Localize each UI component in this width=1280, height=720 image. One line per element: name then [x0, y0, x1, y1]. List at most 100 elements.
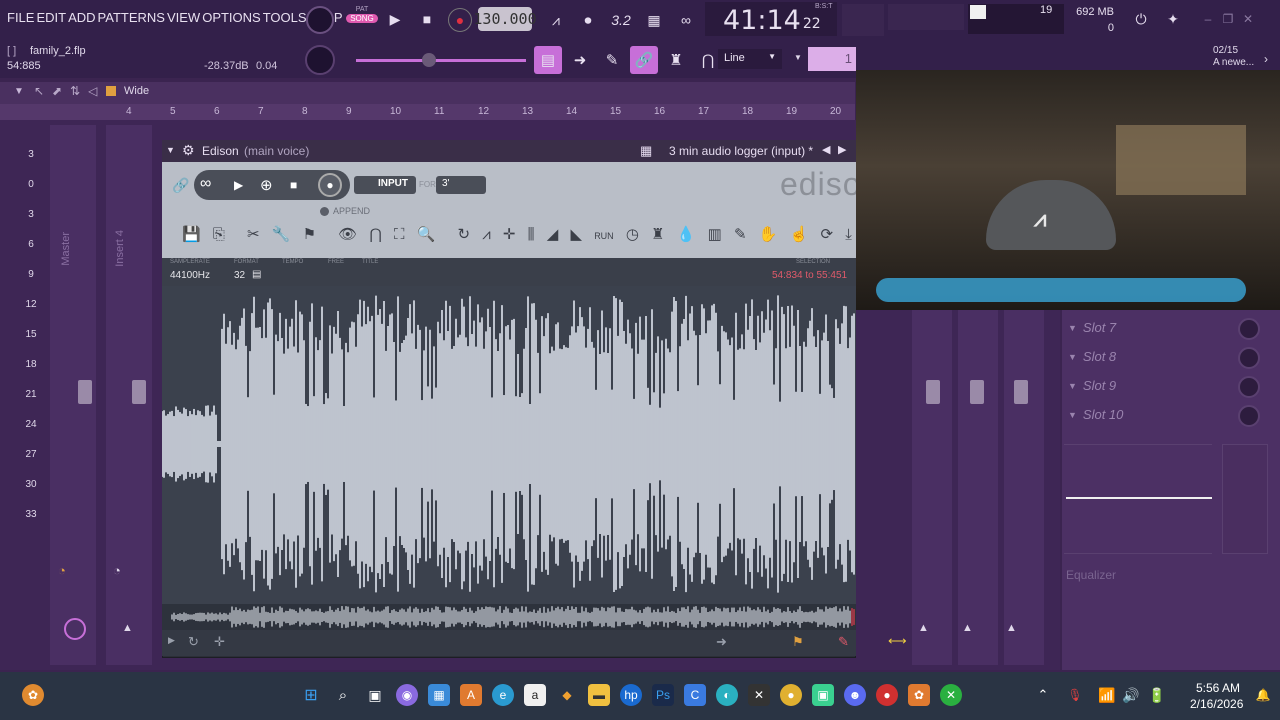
arrow-right-small-icon[interactable]: ➜ [716, 634, 727, 650]
selection-range[interactable]: 54:834 to 55:451 [772, 270, 847, 281]
right-up-arrow-icon-2[interactable]: ▲ [962, 622, 973, 634]
close-icon[interactable]: ✕ [1240, 10, 1256, 28]
link-icon[interactable]: 🔗 [630, 46, 658, 74]
eye-icon[interactable]: 👁 [338, 226, 357, 243]
timeline-ruler[interactable]: 4 5 6 7 8 9 10 11 12 13 14 15 16 17 18 19 20 [0, 104, 855, 120]
typing-keyboard-icon[interactable]: ▦ [642, 8, 666, 32]
app-icon-6[interactable]: ▣ [812, 684, 834, 706]
prev-preset-icon[interactable]: ◀ [822, 143, 830, 156]
file-explorer-icon[interactable]: ▬ [588, 684, 610, 706]
edison-stop-icon[interactable]: ■ [290, 178, 297, 192]
master-route-icon[interactable] [64, 618, 86, 640]
right-fader-1[interactable] [926, 380, 940, 404]
menu-add[interactable]: ADD [67, 10, 96, 25]
eq-graph[interactable] [1064, 444, 1212, 554]
drop-icon[interactable]: 💧 [677, 226, 696, 243]
preset-name[interactable]: 3 min audio logger (input) * [669, 144, 813, 158]
marker-small-icon[interactable]: ⚑ [792, 634, 804, 650]
menu-patterns[interactable]: PATTERNS [97, 10, 166, 25]
fx-slot-9[interactable]: ▼ Slot 9 [1068, 378, 1116, 393]
fl-studio-taskbar-icon[interactable]: ✿ [22, 684, 44, 706]
zoom-icon[interactable]: 🔍 [417, 226, 436, 243]
fx-slot-7[interactable]: ▼ Slot 7 [1068, 320, 1116, 335]
input-select[interactable]: INPUT [354, 176, 416, 194]
menu-tools[interactable]: TOOLS [262, 10, 308, 25]
waveform-view[interactable] [162, 286, 856, 604]
app-icon-2[interactable]: ◆ [556, 684, 578, 706]
wide-checkbox[interactable] [106, 86, 116, 96]
discord-icon[interactable]: ☻ [844, 684, 866, 706]
news-panel[interactable]: 02/15 A newe... [1213, 45, 1254, 69]
loop-icon[interactable]: ∞ [200, 175, 211, 193]
scrub-icon[interactable]: ⊕ [260, 176, 273, 194]
speaker-icon[interactable]: 🔊 [1120, 684, 1142, 706]
windows-start-icon[interactable]: ⊞ [300, 684, 322, 706]
tray-chevron-icon[interactable]: ⌃ [1032, 684, 1054, 706]
master-volume-knob[interactable] [306, 6, 334, 34]
task-view-icon[interactable]: ▣ [364, 684, 386, 706]
stamp-icon[interactable]: ♜ [651, 226, 664, 243]
app-icon[interactable]: A [460, 684, 482, 706]
view-mode-label[interactable]: Wide [124, 85, 149, 97]
window-menu-icon[interactable]: ▼ [166, 145, 175, 155]
trim-icon[interactable]: ⩘ [482, 226, 490, 243]
snap-select[interactable]: Line ▼ [718, 49, 782, 69]
snap-small-icon[interactable]: ✛ [214, 634, 225, 650]
hp-icon[interactable]: hp [620, 684, 642, 706]
restore-icon[interactable]: ❐ [1220, 10, 1236, 28]
stamp-icon[interactable]: ♜ [662, 46, 690, 74]
tempo-display[interactable]: 130.000 [473, 7, 537, 31]
pen-icon[interactable]: ✎ [598, 46, 626, 74]
edison-play-icon[interactable]: ▶ [234, 178, 243, 192]
reload-icon[interactable]: ⟳ [820, 226, 833, 243]
menu-edit[interactable]: EDIT [35, 10, 67, 25]
power-icon[interactable]: ⏻ [1130, 8, 1152, 30]
photoshop-icon[interactable]: Ps [652, 684, 674, 706]
master-volume-slider[interactable] [356, 59, 526, 62]
undo-icon[interactable]: ↻ [458, 226, 471, 243]
slider-handle[interactable] [422, 53, 436, 67]
next-preset-icon[interactable]: ▶ [838, 143, 846, 156]
notification-icon[interactable]: 🔔 [1252, 684, 1274, 706]
news-arrow-icon[interactable]: › [1264, 52, 1268, 66]
wrench-icon[interactable]: 🔧 [272, 226, 291, 243]
insert-clock-icon[interactable]: ◔ [113, 563, 121, 578]
append-checkbox[interactable] [320, 207, 329, 216]
menu-options[interactable]: OPTIONS [201, 10, 262, 25]
taskbar-clock[interactable]: 5:56 AM 2/16/2026 [1190, 680, 1243, 712]
master-fader[interactable] [78, 380, 92, 404]
playlist-menu-icon[interactable]: ▼ [14, 86, 24, 97]
copy-icon[interactable]: ⎘ [213, 226, 225, 243]
play-small-icon[interactable]: ▶ [168, 635, 175, 646]
pat-song-toggle[interactable]: PAT SONG [346, 6, 378, 34]
search-icon[interactable]: ⌕ [332, 684, 354, 706]
normalize-icon[interactable]: ✛ [503, 226, 516, 243]
pattern-field[interactable]: 1 [808, 47, 856, 71]
format-icon[interactable]: ▤ [252, 269, 261, 280]
wifi-icon[interactable]: 📶 [1096, 684, 1118, 706]
cut-icon[interactable]: ✂ [247, 226, 260, 243]
fx-slot-10[interactable]: ▼ Slot 10 [1068, 407, 1123, 422]
battery-icon[interactable]: 🔋 [1146, 684, 1168, 706]
minimize-icon[interactable]: – [1200, 10, 1216, 28]
insert-fader[interactable] [132, 380, 146, 404]
fx-slot-8[interactable]: ▼ Slot 8 [1068, 349, 1116, 364]
fl-logo-icon[interactable]: ✦ [1162, 8, 1184, 30]
link-icon[interactable]: 🔗 [172, 177, 189, 194]
run-icon[interactable]: RUN [594, 231, 614, 241]
edge-icon[interactable]: e [492, 684, 514, 706]
format-value[interactable]: 32 [234, 270, 245, 281]
fade-out-icon[interactable]: ◣ [570, 226, 582, 243]
samplerate-value[interactable]: 44100Hz [170, 270, 210, 281]
right-up-arrow-icon-3[interactable]: ▲ [1006, 622, 1017, 634]
amazon-icon[interactable]: a [524, 684, 546, 706]
record-button[interactable]: ● [448, 8, 472, 32]
right-fader-3[interactable] [1014, 380, 1028, 404]
insert-up-arrow-icon[interactable]: ▲ [122, 622, 133, 634]
menu-file[interactable]: FILE [6, 10, 35, 25]
fade-in-icon[interactable]: ◢ [547, 226, 559, 243]
edison-record-button[interactable]: ● [318, 173, 342, 197]
wait-input-icon[interactable]: ⏺ [576, 8, 600, 32]
for-select[interactable]: 3' [436, 176, 486, 194]
export-icon[interactable]: ⤓ [845, 226, 852, 243]
